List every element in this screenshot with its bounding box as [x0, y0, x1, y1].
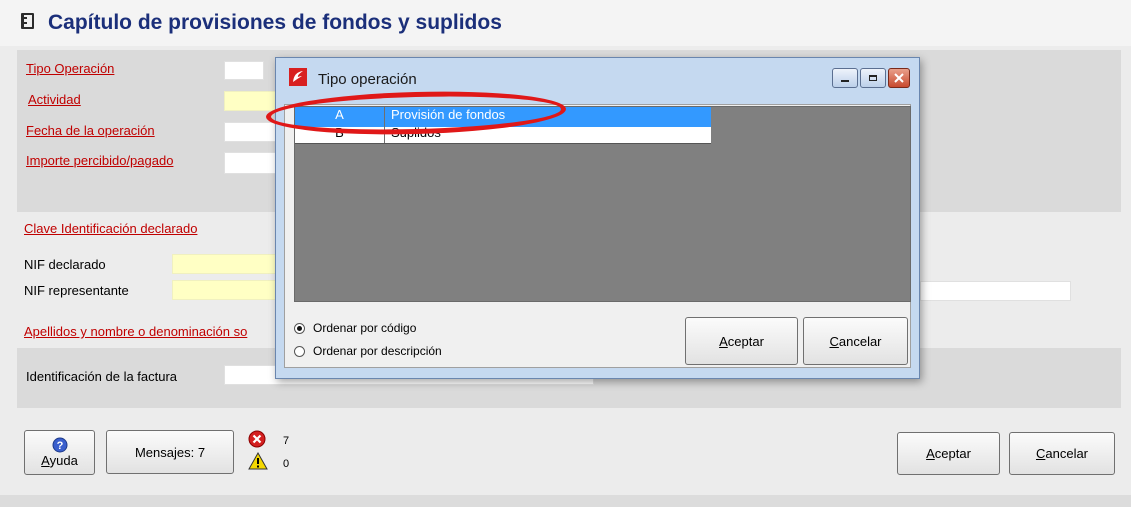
row-code: A: [295, 107, 385, 127]
accept-button[interactable]: Aceptar: [897, 432, 1000, 475]
dialog-accept-label: Aceptar: [719, 333, 764, 349]
sort-by-description-option[interactable]: Ordenar por descripción: [294, 344, 442, 358]
actividad-field[interactable]: [224, 91, 276, 111]
importe-label[interactable]: Importe percibido/pagado: [26, 153, 173, 168]
fecha-operacion-field[interactable]: [224, 122, 276, 142]
clave-identificacion-label[interactable]: Clave Identificación declarado: [24, 221, 197, 236]
maximize-icon: [869, 75, 877, 81]
bottom-divider: [0, 495, 1131, 507]
cancel-label: Cancelar: [1035, 446, 1089, 461]
tipo-operacion-field[interactable]: [224, 61, 264, 80]
error-count: 7: [283, 435, 290, 447]
tipo-operacion-dialog: Tipo operación A Provisión de fondos B S…: [275, 57, 920, 379]
row-code: B: [295, 127, 385, 143]
identificacion-factura-label: Identificación de la factura: [26, 369, 178, 384]
sort-by-code-label: Ordenar por código: [313, 321, 417, 335]
actividad-label[interactable]: Actividad: [28, 92, 81, 107]
nif-declarado-label: NIF declarado: [24, 257, 106, 272]
close-button[interactable]: [888, 68, 910, 88]
nif-declarado-field[interactable]: [172, 254, 276, 274]
sort-by-description-label: Ordenar por descripción: [313, 344, 442, 358]
question-icon: ?: [52, 437, 67, 453]
minimize-button[interactable]: [832, 68, 858, 88]
dialog-cancel-label: Cancelar: [829, 333, 882, 349]
row-description: Suplidos: [391, 127, 441, 140]
sort-by-code-option[interactable]: Ordenar por código: [294, 321, 416, 335]
row-description: Provisión de fondos: [391, 107, 506, 122]
page-title: Capítulo de provisiones de fondos y supl…: [48, 11, 502, 34]
tipo-operacion-label[interactable]: Tipo Operación: [26, 61, 114, 76]
dialog-body: A Provisión de fondos B Suplidos Ordenar…: [284, 104, 911, 368]
messages-label: Mensajes: 7: [134, 444, 206, 460]
error-icon: [248, 430, 266, 448]
notebook-icon: [21, 13, 34, 29]
apellidos-label[interactable]: Apellidos y nombre o denominación so: [24, 324, 247, 339]
dialog-title: Tipo operación: [318, 71, 417, 88]
options-grid: A Provisión de fondos B Suplidos: [294, 106, 911, 302]
nombre-field[interactable]: [920, 281, 1071, 301]
fecha-operacion-label[interactable]: Fecha de la operación: [26, 123, 155, 138]
accept-label: Aceptar: [926, 446, 971, 461]
dialog-cancel-button[interactable]: Cancelar: [803, 317, 908, 365]
svg-text:?: ?: [56, 440, 63, 452]
help-label: Ayuda: [41, 453, 78, 468]
radio-selected-icon: [294, 322, 305, 334]
messages-button[interactable]: Mensajes: 7: [106, 430, 234, 474]
grid-row-b[interactable]: B Suplidos: [295, 127, 711, 144]
maximize-button[interactable]: [860, 68, 886, 88]
warning-icon: [248, 452, 268, 470]
warning-count: 0: [283, 458, 290, 470]
dialog-accept-button[interactable]: Aceptar: [685, 317, 798, 365]
nif-representante-label: NIF representante: [24, 283, 129, 298]
radio-empty-icon: [294, 345, 305, 357]
app-icon: [289, 68, 307, 86]
cancel-button[interactable]: Cancelar: [1009, 432, 1115, 475]
grid-row-a[interactable]: A Provisión de fondos: [295, 107, 711, 127]
close-icon: [894, 73, 904, 83]
minimize-icon: [841, 80, 849, 82]
nif-representante-field[interactable]: [172, 280, 276, 300]
help-button[interactable]: ? Ayuda: [24, 430, 95, 475]
importe-field[interactable]: [224, 152, 276, 174]
